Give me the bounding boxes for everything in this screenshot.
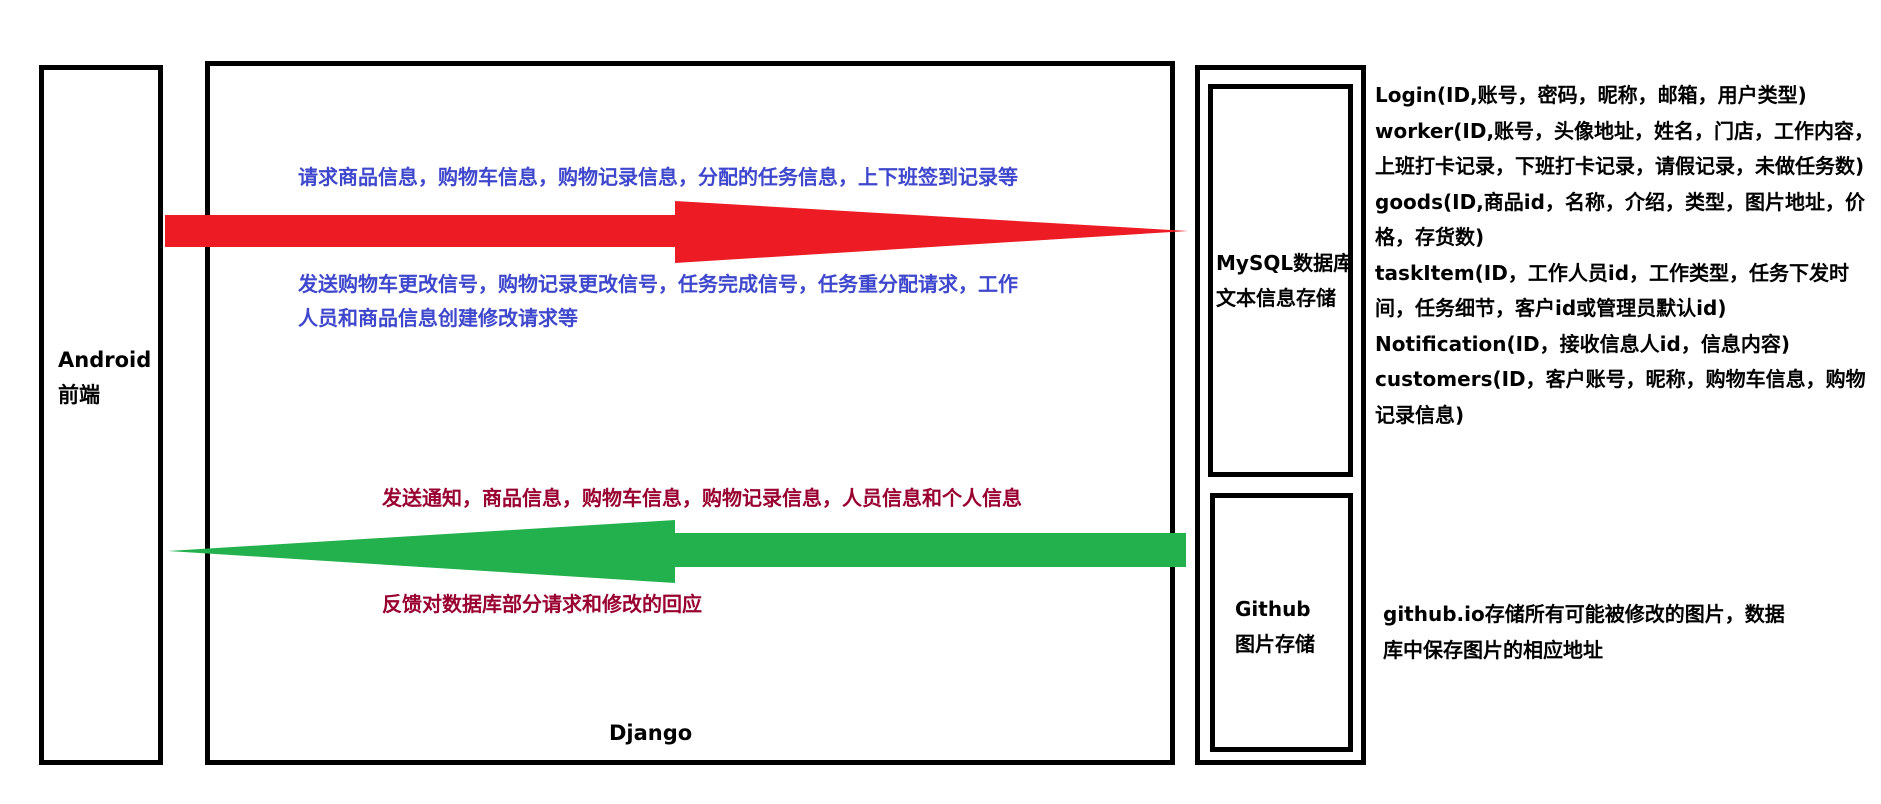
schema-line: taskItem(ID，工作人员id，工作类型，任务下发时 xyxy=(1375,260,1850,285)
android-label: Android 前端 xyxy=(58,343,151,413)
request-label-bottom-2: 人员和商品信息创建修改请求等 xyxy=(298,306,578,330)
django-label: Django xyxy=(609,721,693,745)
request-arrow xyxy=(165,201,1188,263)
schema-line: Login(ID,账号，密码，昵称，邮箱，用户类型) xyxy=(1375,83,1807,107)
response-arrow xyxy=(168,520,1186,583)
schema-line: customers(ID，客户账号，昵称，购物车信息，购物 xyxy=(1375,367,1866,391)
mysql-label-line2: 文本信息存储 xyxy=(1216,286,1336,310)
github-description: github.io存储所有可能被修改的图片，数据 库中保存图片的相应地址 xyxy=(1383,597,1785,668)
schema-list: Login(ID,账号，密码，昵称，邮箱，用户类型) worker(ID,账号，… xyxy=(1375,78,1874,433)
schema-line: 格，存货数) xyxy=(1375,225,1485,249)
github-desc-line: github.io存储所有可能被修改的图片，数据 xyxy=(1383,602,1785,626)
schema-line: worker(ID,账号，头像地址，姓名，门店，工作内容， xyxy=(1375,118,1875,143)
schema-line: 记录信息) xyxy=(1375,402,1465,427)
schema-line: Notification(ID，接收信息人id，信息内容) xyxy=(1375,331,1790,356)
response-label-bottom: 反馈对数据库部分请求和修改的回应 xyxy=(382,592,702,616)
mysql-label-line1: MySQL数据库 xyxy=(1216,251,1354,275)
response-label-top: 发送通知，商品信息，购物车信息，购物记录信息，人员信息和个人信息 xyxy=(382,486,1022,510)
request-label-top: 请求商品信息，购物车信息，购物记录信息，分配的任务信息，上下班签到记录等 xyxy=(298,165,1018,189)
github-label-line2: 图片存储 xyxy=(1235,632,1315,656)
schema-line: goods(ID,商品id，名称，介绍，类型，图片地址，价 xyxy=(1375,189,1865,214)
android-label-line2: 前端 xyxy=(58,383,100,407)
schema-line: 间，任务细节，客户id或管理员默认id) xyxy=(1375,296,1727,320)
android-label-line1: Android xyxy=(58,348,152,372)
github-desc-line: 库中保存图片的相应地址 xyxy=(1383,637,1603,662)
mysql-label: MySQL数据库 文本信息存储 xyxy=(1216,246,1353,316)
github-label-line1: Github xyxy=(1235,597,1311,621)
request-label-bottom-1: 发送购物车更改信号，购物记录更改信号，任务完成信号，任务重分配请求，工作 xyxy=(298,272,1018,296)
schema-line: 上班打卡记录，下班打卡记录，请假记录，未做任务数) xyxy=(1375,154,1865,178)
github-label: Github 图片存储 xyxy=(1235,592,1315,662)
